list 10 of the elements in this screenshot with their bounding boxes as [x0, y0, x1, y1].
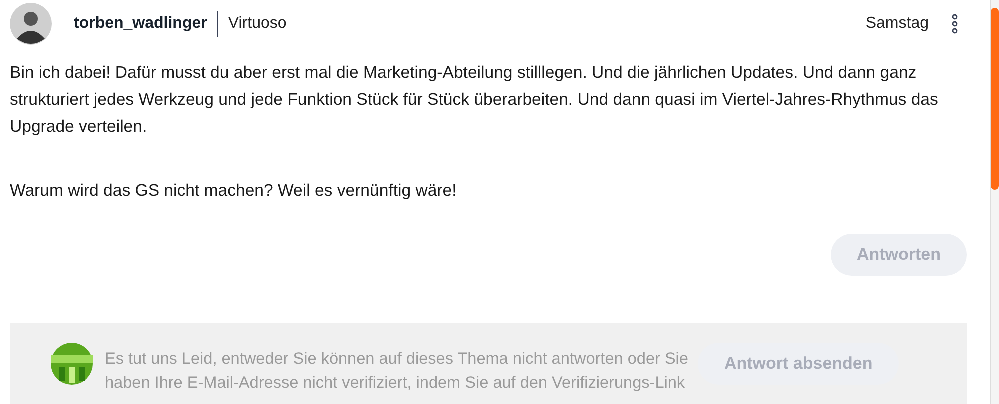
author-name[interactable]: torben_wadlinger [74, 14, 208, 33]
rank-label: Virtuoso [228, 14, 287, 33]
scrollbar-thumb[interactable] [991, 8, 999, 190]
notice-text: haben Ihre E-Mail-Adresse nicht verifiziert, indem Sie auf den Verifizierungs-Link [105, 372, 686, 394]
post-paragraph: Bin ich dabei! Dafür musst du aber erst mal die Marketing-Abteilung stilllegen. Und die jährlichen Updates. Und dann ganz strukturiert jedes Werkzeug und jede Funktion Stück für Stück überarbeiten. Und dann quasi im Viertel-Jahres-Rhythmus das Upgrade verteilen. [10, 62, 940, 138]
post-paragraph: Warum wird das GS nicht machen? Weil es vernünftig wäre! [10, 180, 458, 202]
avatar [10, 2, 52, 45]
post-date: Samstag [866, 14, 929, 33]
notice-text: Es tut uns Leid, entweder Sie können auf dieses Thema nicht antworten oder Sie [105, 348, 688, 370]
more-options-icon[interactable] [951, 14, 959, 34]
